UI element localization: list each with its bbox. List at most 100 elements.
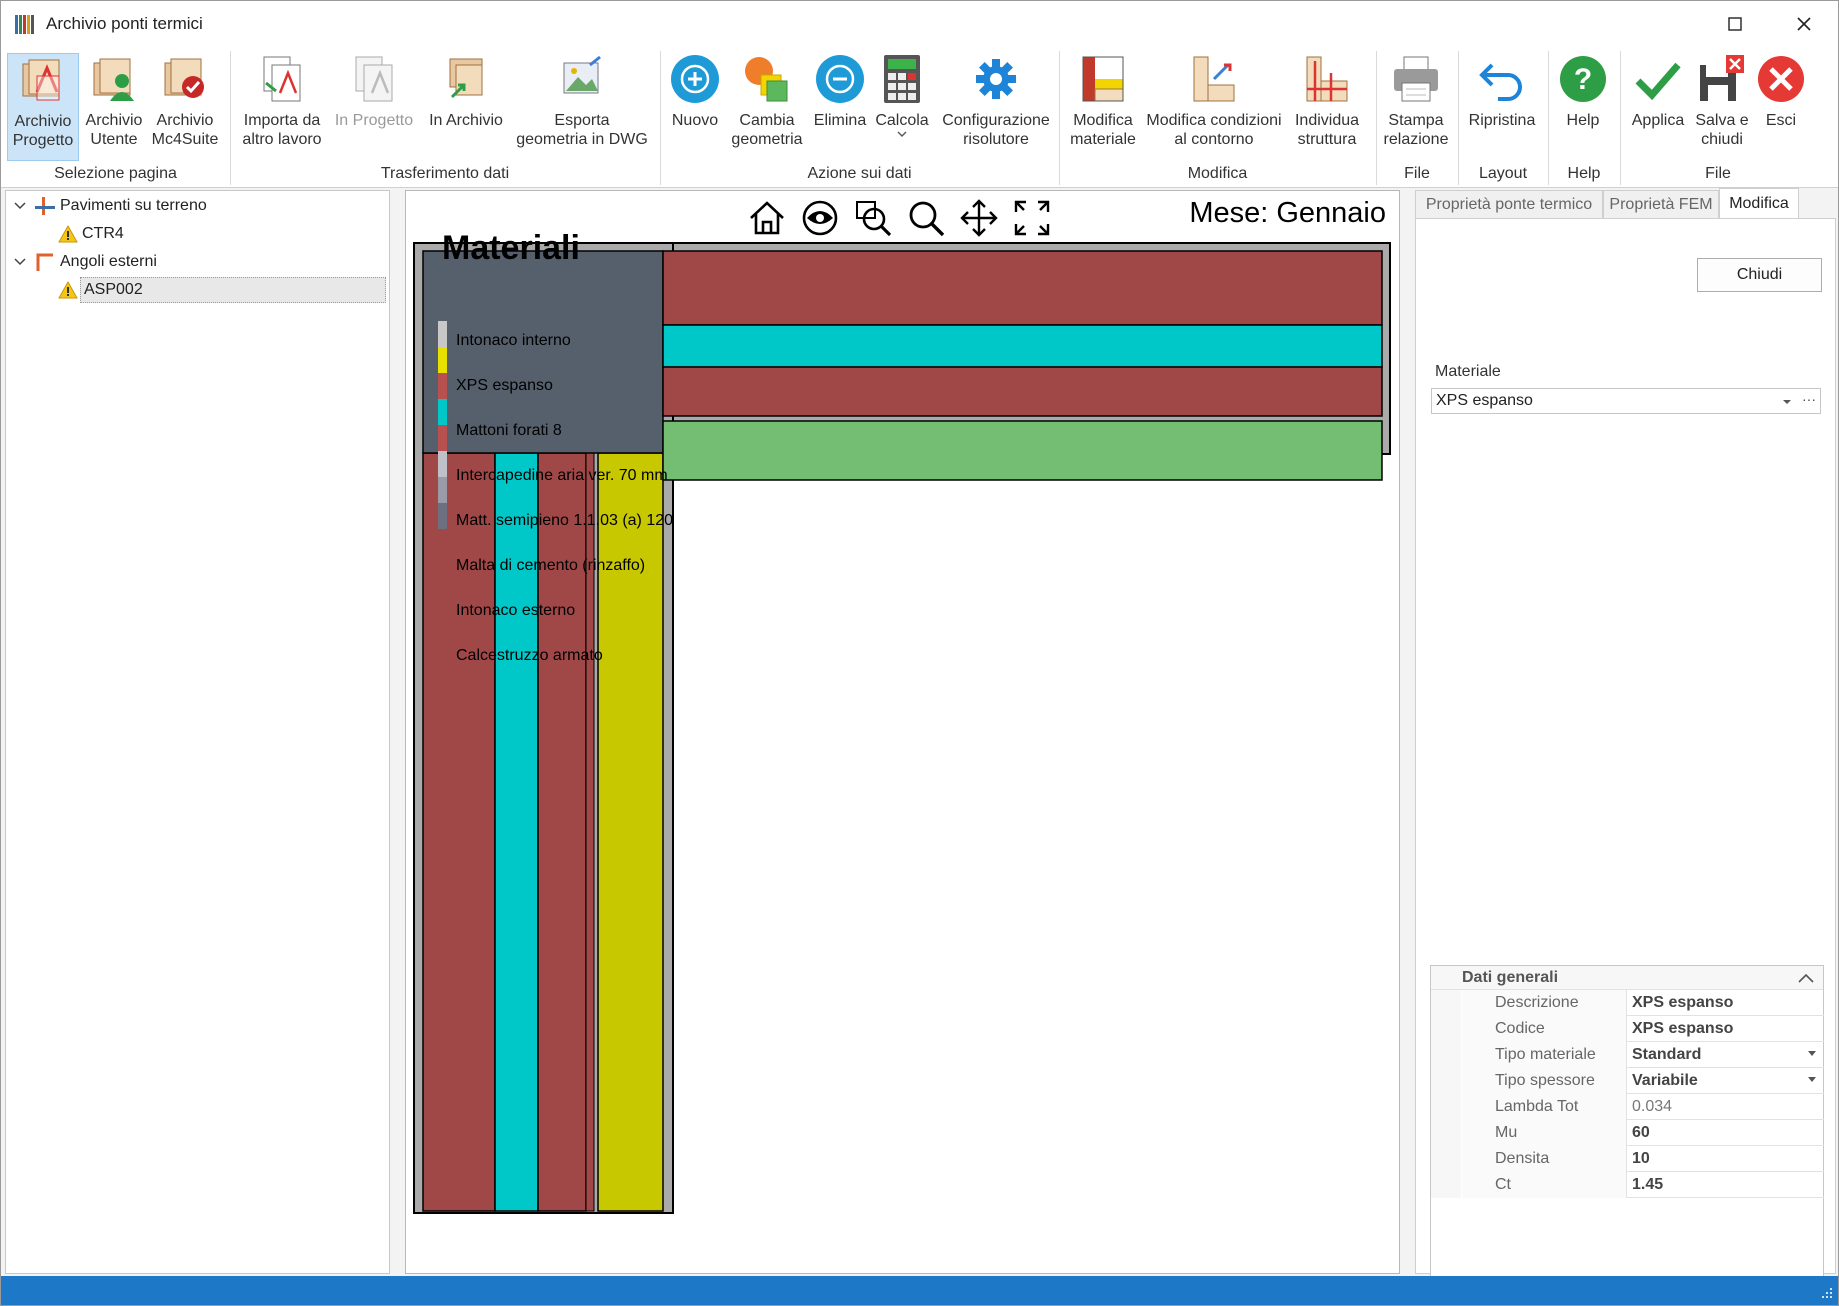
button-label: altro lavoro	[242, 131, 322, 148]
button-label: Esporta	[554, 112, 610, 129]
resize-grip-icon[interactable]	[1818, 1286, 1834, 1302]
configurazione-risolutore-button[interactable]: Configurazione risolutore	[935, 53, 1057, 161]
property-key: Tipo spessore	[1462, 1068, 1627, 1094]
property-row[interactable]: Descrizione XPS espanso	[1462, 990, 1824, 1016]
property-row[interactable]: Codice XPS espanso	[1462, 1016, 1824, 1042]
legend-item: Calcestruzzo armato	[456, 647, 603, 664]
applica-button[interactable]: Applica	[1625, 53, 1691, 161]
close-icon	[1797, 17, 1811, 31]
maximize-button[interactable]	[1704, 1, 1766, 47]
tab-modifica[interactable]: Modifica	[1719, 188, 1799, 218]
button-label: Elimina	[813, 112, 867, 129]
save-close-icon	[1700, 55, 1744, 101]
button-label: struttura	[1297, 131, 1357, 148]
folder-project-icon	[22, 59, 60, 101]
nuovo-button[interactable]: Nuovo	[665, 53, 725, 161]
help-button[interactable]: ? Help	[1553, 53, 1613, 161]
button-label: Stampa	[1388, 112, 1444, 129]
modifica-materiale-button[interactable]: Modifica materiale	[1065, 53, 1141, 161]
calculator-icon	[884, 55, 920, 103]
archivio-utente-button[interactable]: Archivio Utente	[81, 53, 147, 161]
ribbon-toolbar: Archivio Progetto Archivio Utente Archiv…	[1, 47, 1838, 188]
junction-geometry	[413, 242, 1391, 1214]
tree-node-label: ASP002	[80, 277, 386, 303]
tree-node-ctr4[interactable]: CTR4	[58, 221, 124, 247]
material-value: XPS espanso	[1436, 392, 1533, 409]
modifica-condizioni-button[interactable]: Modifica condizioni al contorno	[1143, 53, 1285, 161]
shapes-icon	[745, 57, 788, 102]
group-label-layout: Layout	[1478, 165, 1528, 182]
chevron-down-icon[interactable]	[12, 198, 28, 214]
chevron-up-icon[interactable]	[1797, 972, 1815, 984]
dropdown-arrow-icon[interactable]	[1808, 1077, 1816, 1082]
button-label: Applica	[1631, 112, 1685, 129]
zoom-window-icon[interactable]	[856, 201, 892, 237]
esporta-dwg-button[interactable]: Esporta geometria in DWG	[515, 53, 649, 161]
svg-text:?: ?	[1574, 63, 1592, 96]
button-label: Salva e	[1695, 112, 1749, 129]
in-archivio-button[interactable]: In Archivio	[421, 53, 511, 161]
chevron-down-icon[interactable]	[1782, 398, 1792, 406]
importa-button[interactable]: Importa da altro lavoro	[237, 53, 327, 161]
canvas-title: Materiali	[442, 229, 580, 267]
tree-node-angoli-esterni[interactable]: Angoli esterni	[12, 249, 157, 275]
button-label: Importa da	[243, 112, 321, 129]
drawing-canvas[interactable]: Mese: Gennaio Materiali Intonaco interno…	[405, 190, 1400, 1274]
button-label: Help	[1566, 112, 1600, 129]
ripristina-button[interactable]: Ripristina	[1463, 53, 1541, 161]
properties-panel: Proprietà ponte termico Proprietà FEM Mo…	[1415, 188, 1836, 1295]
in-progetto-button[interactable]: In Progetto	[331, 53, 417, 161]
exit-icon	[1758, 56, 1804, 102]
chevron-down-icon[interactable]	[12, 254, 28, 270]
export-project-icon	[355, 56, 393, 102]
more-options-button[interactable]: ···	[1802, 391, 1816, 407]
property-row[interactable]: Tipo materiale Standard	[1462, 1042, 1824, 1068]
property-row[interactable]: Mu 60	[1462, 1120, 1824, 1146]
property-grid: Dati generali Descrizione XPS espanso Cod…	[1430, 965, 1824, 1295]
property-key: Lambda Tot	[1462, 1094, 1627, 1120]
tree-node-pavimenti[interactable]: Pavimenti su terreno	[12, 193, 207, 219]
property-row[interactable]: Ct 1.45	[1462, 1172, 1824, 1198]
button-label: Esci	[1765, 112, 1797, 129]
button-label: Utente	[90, 131, 138, 148]
esci-button[interactable]: Esci	[1753, 53, 1809, 161]
fit-view-icon[interactable]	[1014, 200, 1050, 236]
button-label: Archivio	[14, 113, 72, 130]
tree-node-asp002[interactable]: ASP002	[58, 277, 390, 303]
pan-icon[interactable]	[960, 199, 998, 237]
property-value: 1.45	[1632, 1176, 1664, 1193]
group-label-help: Help	[1567, 165, 1601, 182]
legend-item: Mattoni forati 8	[456, 422, 562, 439]
archivio-progetto-button[interactable]: Archivio Progetto	[7, 53, 79, 161]
calcola-button[interactable]: Calcola	[873, 53, 931, 161]
stampa-relazione-button[interactable]: Stampa relazione	[1380, 53, 1452, 161]
tab-proprieta-fem[interactable]: Proprietà FEM	[1603, 190, 1719, 218]
button-label: Archivio	[85, 112, 143, 129]
group-label-file-2: File	[1705, 165, 1731, 182]
property-group-header[interactable]: Dati generali	[1431, 966, 1823, 990]
zoom-icon[interactable]	[909, 201, 945, 237]
property-row[interactable]: Lambda Tot 0.034	[1462, 1094, 1824, 1120]
property-row[interactable]: Densita 10	[1462, 1146, 1824, 1172]
gear-icon	[976, 59, 1016, 99]
material-combo[interactable]: XPS espanso ···	[1431, 388, 1821, 414]
materials-drawing[interactable]: Mese: Gennaio Materiali Intonaco interno…	[406, 191, 1399, 1273]
cambia-geometria-button[interactable]: Cambia geometria	[729, 53, 805, 161]
chiudi-button[interactable]: Chiudi	[1697, 258, 1822, 292]
button-label: Individua	[1294, 112, 1360, 129]
individua-struttura-button[interactable]: Individua struttura	[1289, 53, 1365, 161]
button-label: Nuovo	[671, 112, 719, 129]
tab-proprieta-ponte-termico[interactable]: Proprietà ponte termico	[1415, 190, 1603, 218]
property-value: 0.034	[1632, 1098, 1673, 1115]
archivio-mc4suite-button[interactable]: Archivio Mc4Suite	[149, 53, 221, 161]
close-window-button[interactable]	[1773, 1, 1835, 47]
dropdown-arrow-icon[interactable]	[1808, 1051, 1816, 1056]
home-icon[interactable]	[750, 201, 784, 235]
property-row[interactable]: Tipo spessore Variabile	[1462, 1068, 1824, 1094]
eye-icon[interactable]	[802, 200, 838, 236]
export-archive-icon	[449, 58, 483, 99]
group-label-trasferimento-dati: Trasferimento dati	[380, 165, 510, 182]
elimina-button[interactable]: Elimina	[809, 53, 871, 161]
button-label: Calcola	[875, 112, 929, 129]
salva-chiudi-button[interactable]: Salva e chiudi	[1693, 53, 1751, 161]
